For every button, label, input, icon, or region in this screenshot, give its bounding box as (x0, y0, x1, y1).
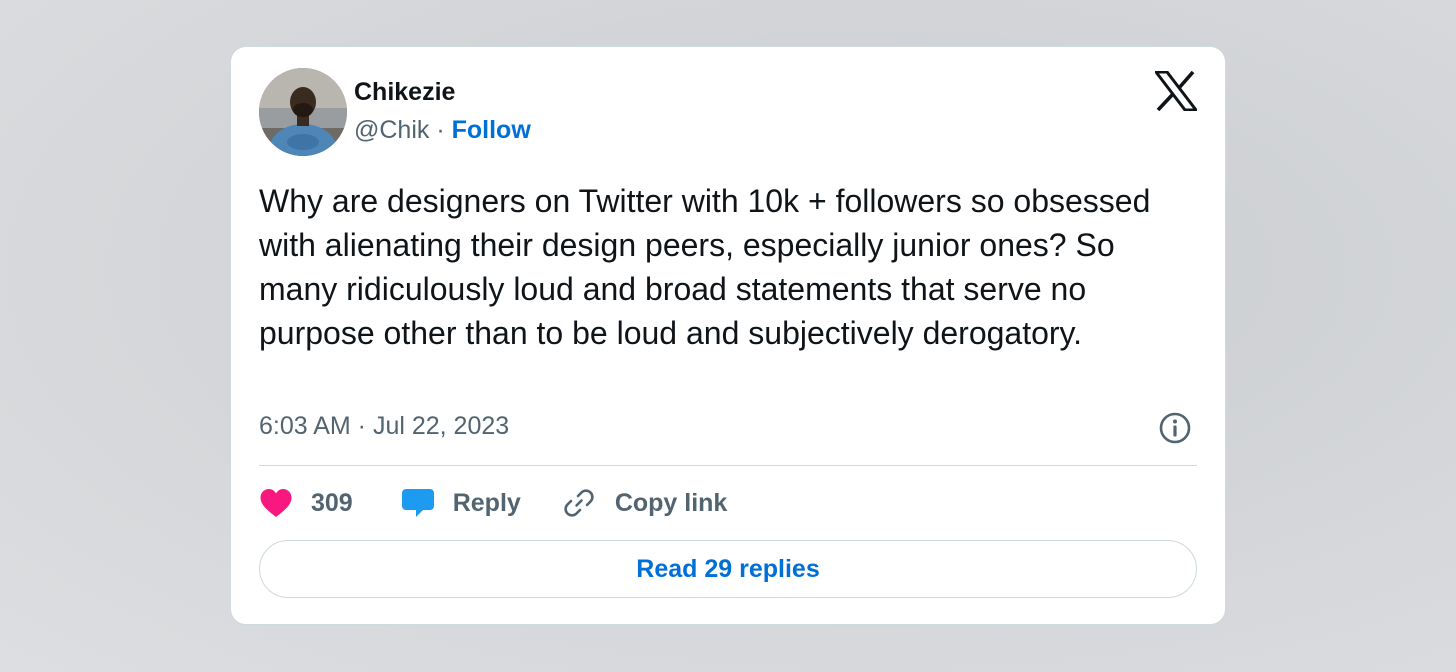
reply-button[interactable]: Reply (401, 487, 521, 519)
avatar-photo (259, 68, 347, 156)
reply-label: Reply (452, 488, 521, 517)
follow-link[interactable]: Follow (452, 116, 531, 144)
copy-link-button[interactable]: Copy link (563, 487, 728, 519)
like-button[interactable]: 309 (259, 488, 353, 518)
like-count: 309 (311, 488, 353, 517)
info-icon[interactable] (1158, 411, 1192, 445)
author-meta: @Chik · Follow (354, 116, 531, 145)
link-icon (564, 489, 594, 517)
divider (259, 465, 1197, 466)
handle-separator: · (436, 116, 445, 144)
copy-link-label: Copy link (614, 488, 728, 517)
avatar[interactable] (259, 68, 347, 156)
tweet-text: Why are designers on Twitter with 10k + … (259, 183, 1151, 351)
heart-icon (260, 489, 292, 517)
author-handle[interactable]: @Chik (354, 116, 429, 144)
tweet-timestamp[interactable]: 6:03 AM · Jul 22, 2023 (259, 412, 509, 441)
x-logo-icon[interactable] (1155, 71, 1197, 111)
tweet-card: Chikezie @Chik · Follow Why are designer… (230, 46, 1226, 625)
author-name[interactable]: Chikezie (354, 78, 455, 107)
read-replies-button[interactable]: Read 29 replies (259, 540, 1197, 598)
speech-bubble-icon (401, 489, 434, 517)
action-bar: 309 Reply Copy link (259, 483, 727, 523)
